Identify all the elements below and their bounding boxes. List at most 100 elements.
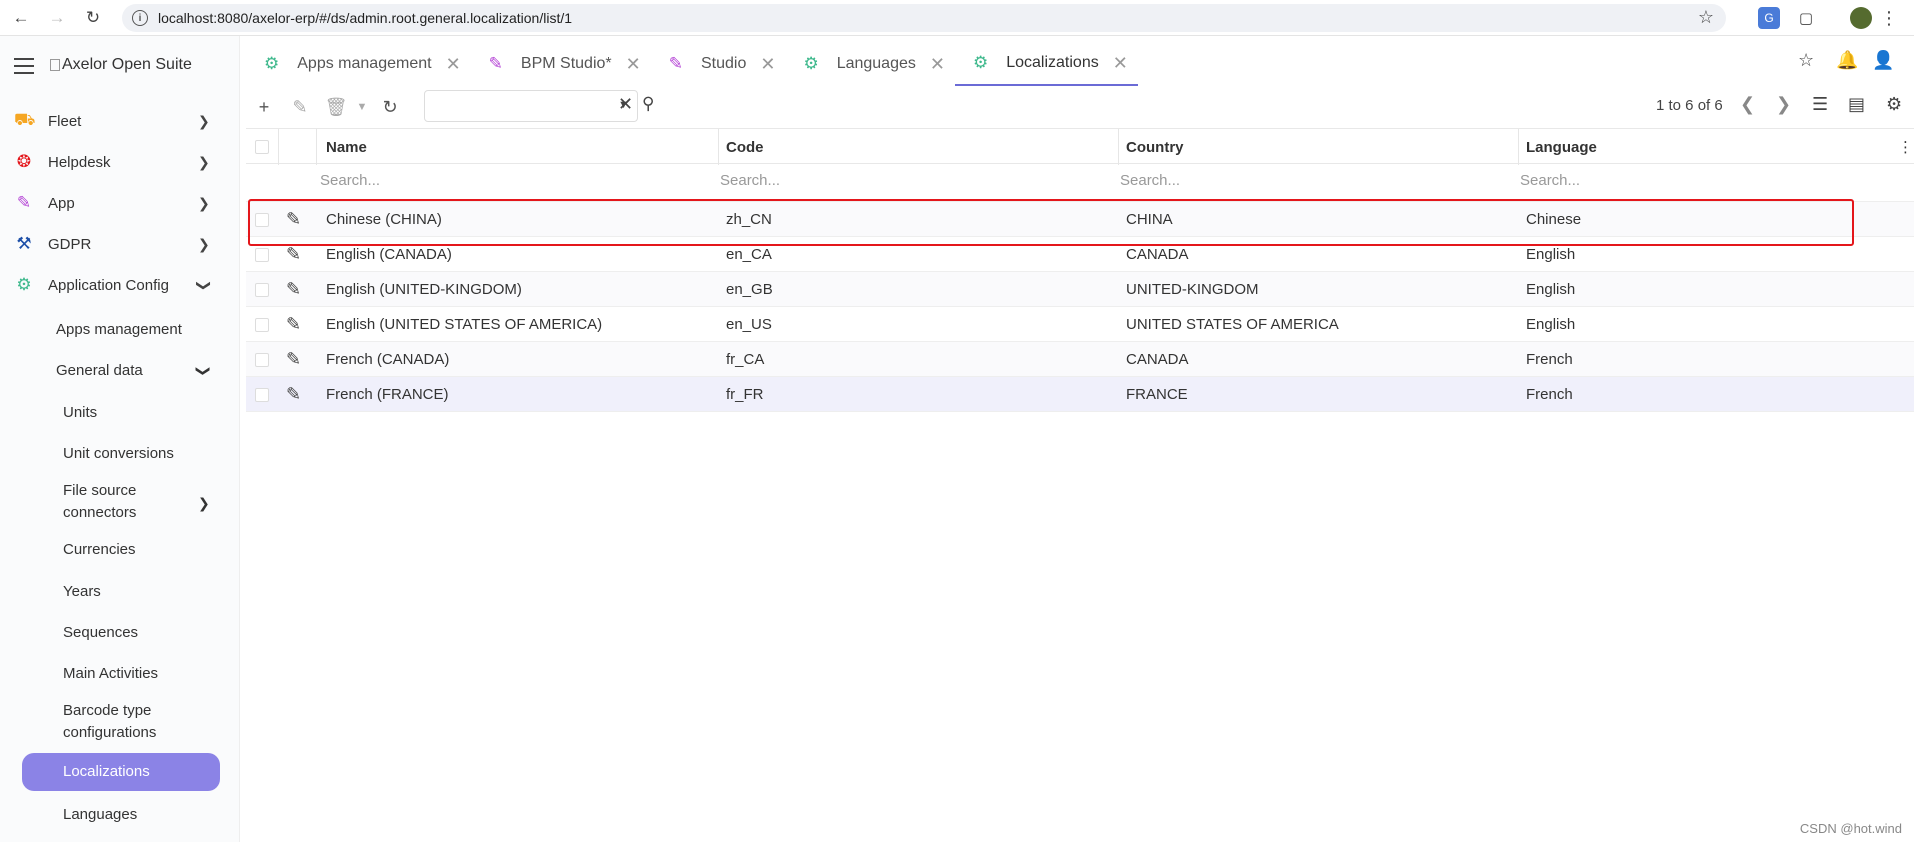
row-checkbox[interactable] (255, 388, 269, 402)
list-toolbar: + ✎ 🗑 ▼ ↻ ▼ ✕ ⚲ 1 to 6 of 6 ❮ ❯ ☰ ▤ ⚙ (246, 90, 1914, 126)
column-header-country[interactable]: Country (1126, 129, 1184, 165)
add-icon[interactable]: + (246, 92, 282, 122)
translate-extension-icon[interactable]: G (1758, 7, 1780, 29)
sidebar-item-app[interactable]: ✎ App ❯ (0, 188, 240, 218)
sidebar-item-barcode-type-configurations[interactable]: Barcode type configurations (63, 700, 263, 744)
row-checkbox[interactable] (255, 283, 269, 297)
next-page-icon[interactable]: ❯ (1776, 94, 1791, 115)
chevron-right-icon: ❯ (198, 112, 210, 129)
sidebar-item-file-source-connectors[interactable]: File source connectors ❯ (63, 480, 263, 524)
sidebar-item-localizations[interactable]: Localizations (22, 753, 220, 791)
filter-language-input[interactable]: Search... (1520, 172, 1580, 189)
annotation-highlight-box (248, 199, 1854, 246)
pencil-icon[interactable]: ✎ (286, 314, 301, 335)
browser-toolbar: ← → ↻ i localhost:8080/axelor-erp/#/ds/a… (0, 0, 1914, 36)
search-input[interactable]: ▼ (424, 90, 638, 122)
hamburger-menu-icon[interactable] (14, 58, 34, 79)
prev-page-icon[interactable]: ❮ (1740, 94, 1755, 115)
sidebar-item-apps-management[interactable]: Apps management (56, 319, 256, 341)
sidebar-item-sequences[interactable]: Sequences (63, 622, 263, 644)
tab-studio[interactable]: ✎ Studio ✕ (651, 42, 786, 86)
refresh-icon[interactable]: ↻ (372, 92, 408, 122)
sidebar-item-fleet[interactable]: ⛟ Fleet ❯ (0, 106, 240, 136)
details-view-icon[interactable]: ▤ (1848, 94, 1865, 115)
reload-icon[interactable]: ↻ (78, 3, 108, 33)
car-icon: ⛟ (14, 110, 36, 129)
filter-name-input[interactable]: Search... (320, 172, 380, 189)
tab-bpm-studio[interactable]: ✎ BPM Studio* ✕ (471, 42, 651, 86)
filter-country-input[interactable]: Search... (1120, 172, 1180, 189)
settings-gear-icon[interactable]: ⚙ (1886, 94, 1902, 115)
chevron-right-icon: ❯ (198, 235, 210, 252)
sidebar-item-helpdesk[interactable]: ❂ Helpdesk ❯ (0, 147, 240, 177)
brand-logo[interactable]: Axelor Open Suite (50, 56, 192, 74)
tab-languages[interactable]: ⚙ Languages ✕ (785, 42, 955, 86)
column-menu-icon[interactable]: ⋮ (1898, 129, 1913, 165)
pencil-icon[interactable]: ✎ (286, 384, 301, 405)
pencil-icon[interactable]: ✎ (286, 349, 301, 370)
watermark: CSDN @hot.wind (1799, 821, 1902, 836)
edit-icon[interactable]: ✎ (282, 92, 318, 122)
column-header-code[interactable]: Code (726, 129, 764, 165)
favorite-star-icon[interactable]: ☆ (1798, 50, 1814, 71)
sidebar-item-unit-conversions[interactable]: Unit conversions (63, 443, 263, 465)
gear-icon: ⚙ (16, 275, 32, 294)
sidebar-item-units[interactable]: Units (63, 402, 263, 424)
close-icon[interactable]: ✕ (760, 54, 775, 75)
chevron-right-icon: ❯ (198, 194, 210, 211)
sidebar-item-gdpr[interactable]: ⚒ GDPR ❯ (0, 229, 240, 259)
sidebar-item-general-data[interactable]: General data ❯ (56, 360, 256, 382)
tab-localizations[interactable]: ⚙ Localizations ✕ (954, 42, 1138, 86)
column-header-name[interactable]: Name (326, 129, 367, 165)
edit-icon: ✎ (16, 193, 32, 212)
user-avatar[interactable]: 👤 (1872, 50, 1894, 71)
close-icon[interactable]: ✕ (446, 54, 461, 75)
sidebar-item-years[interactable]: Years (63, 581, 263, 603)
table-row[interactable]: ✎ French (CANADA) fr_CA CANADA French (246, 342, 1914, 377)
column-header-language[interactable]: Language (1526, 129, 1597, 165)
bell-icon[interactable]: 🔔 (1836, 50, 1858, 71)
row-checkbox[interactable] (255, 248, 269, 262)
close-icon[interactable]: ✕ (626, 54, 641, 75)
sidebar-item-application-config[interactable]: ⚙ Application Config ❯ (0, 270, 240, 300)
sidebar-item-main-activities[interactable]: Main Activities (63, 663, 263, 685)
close-icon[interactable]: ✕ (1113, 53, 1128, 74)
table-row[interactable]: ✎ English (UNITED-KINGDOM) en_GB UNITED-… (246, 272, 1914, 307)
back-icon[interactable]: ← (6, 3, 36, 33)
tab-bar: ⚙ Apps management ✕ ✎ BPM Studio* ✕ ✎ St… (246, 42, 1138, 88)
gear-icon: ⚙ (972, 53, 989, 72)
address-bar[interactable]: i localhost:8080/axelor-erp/#/ds/admin.r… (122, 4, 1726, 32)
localizations-grid: Name Code Country Language ⋮ Search... S… (246, 128, 1914, 412)
bookmark-star-icon[interactable]: ☆ (1698, 7, 1714, 28)
extensions-icon[interactable]: ▢ (1795, 7, 1817, 29)
url-text: localhost:8080/axelor-erp/#/ds/admin.roo… (158, 10, 573, 26)
hammer-icon: ⚒ (16, 234, 32, 253)
gear-icon: ⚙ (264, 54, 280, 73)
pencil-icon[interactable]: ✎ (286, 244, 301, 265)
profile-avatar[interactable] (1850, 7, 1872, 29)
close-icon[interactable]: ✕ (930, 54, 945, 75)
table-row[interactable]: ✎ English (UNITED STATES OF AMERICA) en_… (246, 307, 1914, 342)
chevron-right-icon: ❯ (198, 495, 210, 511)
grid-header: Name Code Country Language ⋮ (246, 128, 1914, 165)
tab-apps-management[interactable]: ⚙ Apps management ✕ (246, 42, 471, 86)
site-info-icon[interactable]: i (132, 10, 148, 26)
select-all-checkbox[interactable] (255, 140, 269, 154)
forward-icon[interactable]: → (42, 3, 72, 33)
browser-menu-icon[interactable]: ⋮ (1878, 7, 1900, 29)
list-view-icon[interactable]: ☰ (1812, 94, 1828, 115)
edit-icon: ✎ (668, 54, 683, 73)
search-icon[interactable]: ⚲ (642, 94, 654, 114)
sidebar-item-currencies[interactable]: Currencies (63, 539, 263, 561)
filter-code-input[interactable]: Search... (720, 172, 780, 189)
edit-icon: ✎ (488, 54, 503, 73)
row-checkbox[interactable] (255, 353, 269, 367)
table-row[interactable]: ✎ French (FRANCE) fr_FR FRANCE French (246, 377, 1914, 412)
lifebuoy-icon: ❂ (16, 152, 32, 171)
chevron-down-icon: ❯ (196, 279, 213, 291)
sidebar-item-languages[interactable]: Languages (63, 804, 263, 826)
pencil-icon[interactable]: ✎ (286, 279, 301, 300)
row-checkbox[interactable] (255, 318, 269, 332)
clear-icon[interactable]: ✕ (618, 94, 633, 115)
pager-text: 1 to 6 of 6 (1656, 97, 1723, 114)
